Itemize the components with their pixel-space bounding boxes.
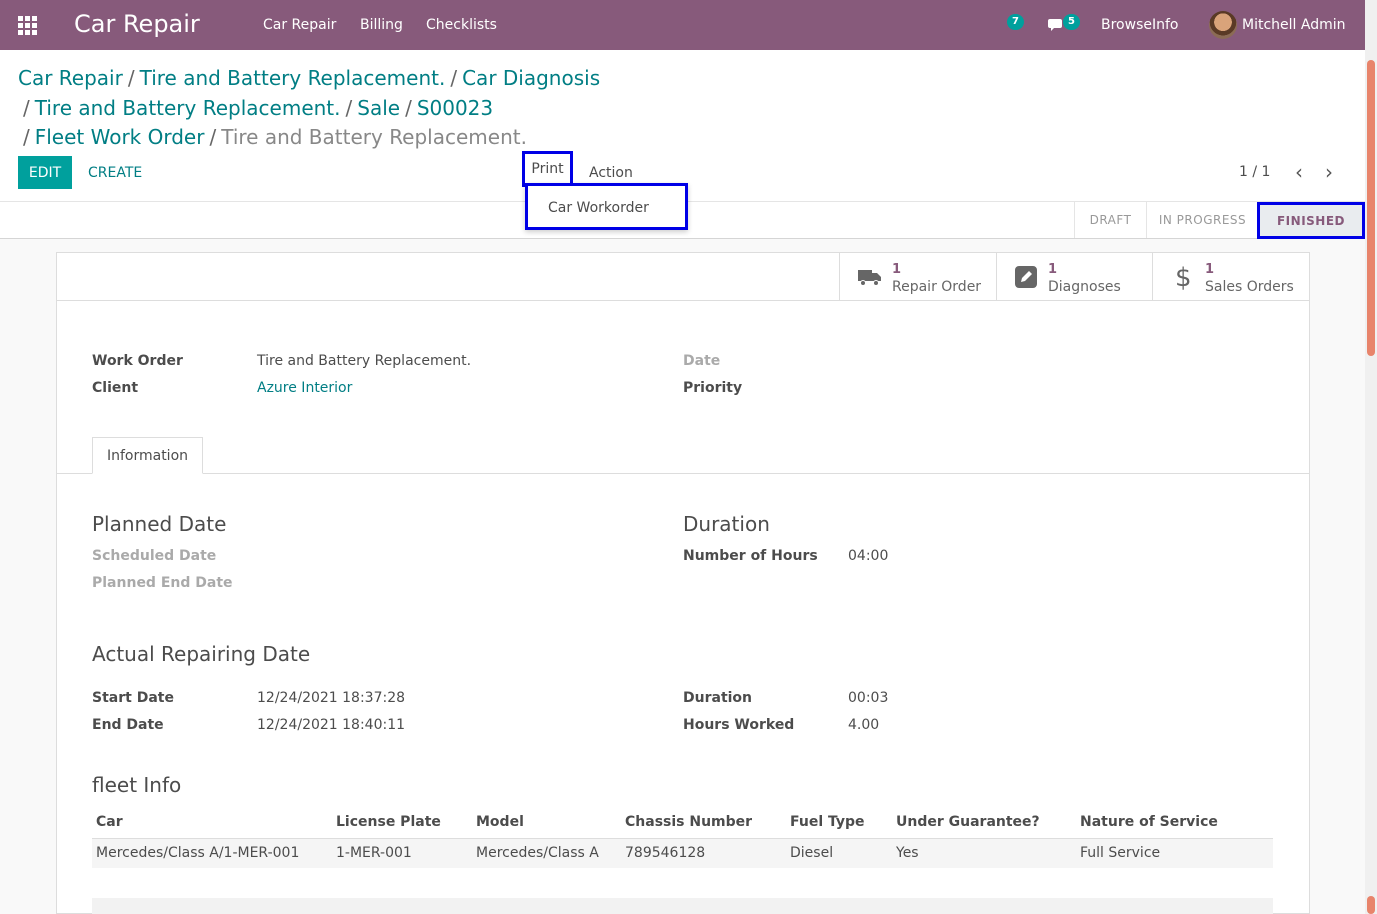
table-cell-license-plate: 1-MER-001 [336,845,412,861]
column-header-fuel-type[interactable]: Fuel Type [790,814,865,830]
breadcrumb-separator: / [209,125,217,149]
priority-label: Priority [683,380,743,396]
start-date-label: Start Date [92,690,174,706]
work-order-label: Work Order [92,353,183,369]
hours-worked-label: Hours Worked [683,717,795,733]
status-draft[interactable]: DRAFT [1074,202,1146,238]
hours-worked-value: 4.00 [848,717,880,733]
pager-value[interactable]: 1 / 1 [1239,164,1270,180]
client-label: Client [92,380,139,396]
client-link[interactable]: Azure Interior [257,380,352,396]
end-date-label: End Date [92,717,164,733]
print-car-workorder-item[interactable]: Car Workorder [548,200,649,216]
breadcrumb-link[interactable]: Sale [357,96,400,120]
column-header-under-guarantee[interactable]: Under Guarantee? [896,814,1040,830]
apps-grid-icon[interactable] [18,16,38,35]
breadcrumb-link[interactable]: Tire and Battery Replacement. [140,66,446,90]
scheduled-date-label: Scheduled Date [92,548,217,564]
table-cell-model: Mercedes/Class A [476,845,599,861]
menu-checklists[interactable]: Checklists [426,17,497,33]
pager-previous-icon[interactable]: ‹ [1295,160,1303,184]
top-navbar: Car Repair Car Repair Billing Checklists… [0,0,1365,50]
end-date-value: 12/24/2021 18:40:11 [257,717,406,733]
tab-information[interactable]: Information [92,437,203,474]
breadcrumb-link[interactable]: Tire and Battery Replacement. [35,96,341,120]
scrollbar-thumb-lower[interactable] [1367,896,1375,914]
breadcrumb-separator: / [405,95,412,120]
menu-car-repair[interactable]: Car Repair [263,17,336,33]
breadcrumb-link[interactable]: Car Diagnosis [462,66,600,90]
app-title: Car Repair [74,10,200,38]
repair-order-smart-button[interactable]: 1 Repair Order [839,253,996,300]
start-date-value: 12/24/2021 18:37:28 [257,690,406,706]
column-header-chassis-number[interactable]: Chassis Number [625,814,752,830]
column-header-model[interactable]: Model [476,814,524,830]
print-dropdown-menu: Car Workorder [525,183,688,230]
diagnoses-smart-button[interactable]: 1 Diagnoses [996,253,1153,300]
breadcrumb-separator: / [23,125,30,149]
date-label: Date [683,353,721,369]
company-switcher[interactable]: BrowseInfo [1101,17,1178,33]
create-button[interactable]: CREATE [88,165,142,181]
work-order-value: Tire and Battery Replacement. [257,353,472,369]
repair-order-label: Repair Order [892,279,982,295]
sales-orders-smart-button[interactable]: $ 1 Sales Orders [1152,253,1309,300]
duration-label: Duration [683,690,753,706]
repair-order-count: 1 [892,262,902,277]
breadcrumb-separator: / [127,66,135,90]
breadcrumb-separator: / [450,66,458,90]
dollar-icon: $ [1175,263,1192,293]
diagnoses-count: 1 [1048,262,1058,277]
column-header-license-plate[interactable]: License Plate [336,814,441,830]
pencil-square-icon [1015,266,1037,288]
duration-value: 00:03 [848,690,889,706]
status-finished[interactable]: FINISHED [1257,202,1365,239]
breadcrumb-link[interactable]: S00023 [417,96,493,120]
scrollbar-thumb[interactable] [1367,60,1375,356]
pager-next-icon[interactable]: › [1325,160,1333,184]
action-dropdown-button[interactable]: Action [589,165,633,181]
table-cell-car: Mercedes/Class A/1-MER-001 [96,845,300,861]
user-menu[interactable]: Mitchell Admin [1242,17,1346,33]
planned-end-date-label: Planned End Date [92,575,233,591]
message-count-badge: 5 [1063,14,1080,30]
actual-repairing-date-title: Actual Repairing Date [92,642,311,666]
table-cell-fuel-type: Diesel [790,845,834,861]
edit-button[interactable]: EDIT [18,156,72,189]
truck-icon [858,270,881,286]
breadcrumb-link[interactable]: Fleet Work Order [35,125,205,149]
column-header-nature-of-service[interactable]: Nature of Service [1080,814,1218,830]
planned-date-title: Planned Date [92,512,227,536]
table-cell-under-guarantee: Yes [896,845,919,861]
print-dropdown-button[interactable]: Print [522,151,573,187]
user-avatar[interactable] [1209,11,1237,39]
tab-divider [57,473,1309,474]
table-footer [92,898,1273,914]
sales-orders-label: Sales Orders [1205,279,1294,295]
number-of-hours-value: 04:00 [848,548,889,564]
number-of-hours-label: Number of Hours [683,548,818,564]
sales-orders-count: 1 [1205,262,1215,277]
fleet-info-title: fleet Info [92,773,182,797]
breadcrumb-link[interactable]: Car Repair [18,66,123,90]
breadcrumb-separator: / [23,95,30,120]
duration-title: Duration [683,512,770,536]
breadcrumb-current: Tire and Battery Replacement. [221,125,527,149]
table-cell-chassis-number: 789546128 [625,845,706,861]
breadcrumb: Car Repair / Tire and Battery Replacement.… [18,64,668,153]
table-cell-nature-of-service: Full Service [1080,845,1161,861]
breadcrumb-separator: / [345,95,353,120]
menu-billing[interactable]: Billing [360,17,403,33]
diagnoses-label: Diagnoses [1048,279,1121,295]
column-header-car[interactable]: Car [96,814,123,830]
activity-count-badge: 7 [1007,14,1024,30]
status-in-progress[interactable]: IN PROGRESS [1146,202,1258,238]
